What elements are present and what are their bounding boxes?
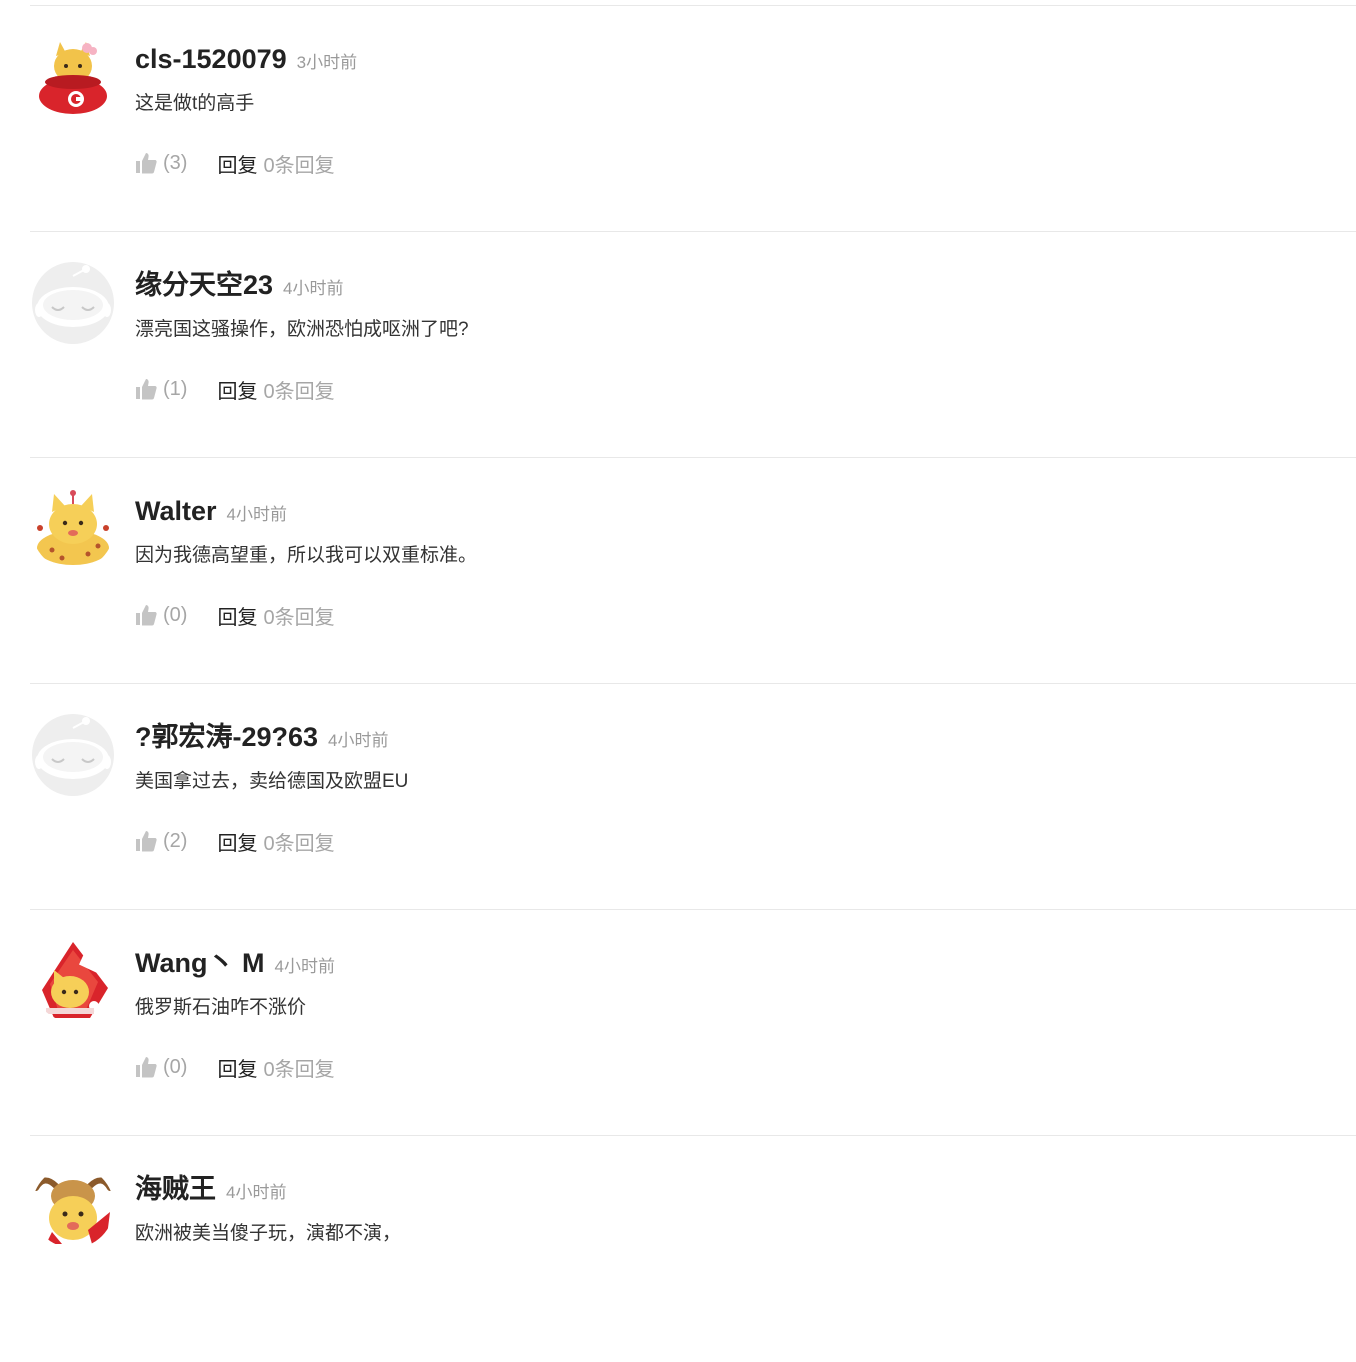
avatar[interactable]: [32, 488, 114, 570]
comment-text: 俄罗斯石油咋不涨价: [135, 997, 307, 1018]
comment-text: 漂亮国这骚操作，欧洲恐怕成呕洲了吧?: [135, 319, 469, 340]
like-count: (3): [163, 151, 188, 174]
username[interactable]: 海贼王: [135, 1174, 216, 1204]
like-button[interactable]: (3): [135, 152, 187, 175]
comment-meta: Wang丶 M 4小时前: [135, 946, 335, 985]
cartoon-cat-red-flag-avatar-icon: [32, 940, 114, 1022]
like-count: (0): [163, 603, 188, 626]
avatar[interactable]: [32, 714, 114, 796]
reply-button[interactable]: 回复: [217, 149, 257, 178]
default-grey-avatar-icon: [32, 262, 114, 344]
like-count: (1): [163, 377, 188, 400]
timestamp: 4小时前: [274, 957, 335, 976]
comment-text: 美国拿过去，卖给德国及欧盟EU: [135, 771, 409, 792]
thumbs-up-icon: [135, 1056, 157, 1078]
reply-count[interactable]: 0条回复: [263, 149, 334, 178]
comment-item: 海贼王 4小时前 欧洲被美当傻子玩，演都不演，: [30, 1136, 1356, 1362]
comment-actions: (3) 回复 0条回复: [135, 148, 335, 178]
reply-count[interactable]: 0条回复: [263, 827, 334, 856]
reply-button[interactable]: 回复: [217, 375, 257, 404]
timestamp: 4小时前: [226, 1183, 287, 1202]
like-count: (0): [163, 1055, 188, 1078]
username[interactable]: 缘分天空23: [135, 270, 273, 300]
username[interactable]: Wang丶 M: [135, 948, 264, 978]
cartoon-cat-yellow-avatar-icon: [32, 488, 114, 570]
comment-meta: 缘分天空23 4小时前: [135, 268, 344, 307]
comment-actions: (0) 回复 0条回复: [135, 1052, 335, 1082]
like-count: (2): [163, 829, 188, 852]
avatar[interactable]: [32, 1166, 114, 1248]
timestamp: 4小时前: [226, 505, 287, 524]
thumbs-up-icon: [135, 604, 157, 626]
like-button[interactable]: (2): [135, 830, 187, 853]
avatar[interactable]: [32, 36, 114, 118]
comment-text: 这是做t的高手: [135, 93, 255, 114]
comment-text: 因为我德高望重，所以我可以双重标准。: [135, 545, 478, 566]
comment-list: cls-1520079 3小时前 这是做t的高手 (3) 回复 0条回复 缘分天…: [0, 6, 1356, 1362]
comment-text: 欧洲被美当傻子玩，演都不演，: [135, 1223, 402, 1244]
timestamp: 4小时前: [328, 731, 389, 750]
username[interactable]: Walter: [135, 496, 217, 526]
avatar[interactable]: [32, 940, 114, 1022]
comment-actions: (0) 回复 0条回复: [135, 600, 335, 630]
cartoon-cat-red-scarf-avatar-icon: [32, 36, 114, 118]
reply-count[interactable]: 0条回复: [263, 601, 334, 630]
comment-meta: 海贼王 4小时前: [135, 1172, 286, 1211]
reply-count[interactable]: 0条回复: [263, 1053, 334, 1082]
comment-item: 缘分天空23 4小时前 漂亮国这骚操作，欧洲恐怕成呕洲了吧? (1) 回复 0条回…: [30, 232, 1356, 458]
reply-count[interactable]: 0条回复: [263, 375, 334, 404]
comment-item: ?郭宏涛-29?63 4小时前 美国拿过去，卖给德国及欧盟EU (2) 回复 0条…: [30, 684, 1356, 910]
timestamp: 4小时前: [283, 279, 344, 298]
comment-meta: ?郭宏涛-29?63 4小时前: [135, 720, 389, 759]
timestamp: 3小时前: [296, 53, 358, 72]
like-button[interactable]: (0): [135, 1056, 187, 1079]
comment-actions: (1) 回复 0条回复: [135, 374, 335, 404]
comment-meta: Walter 4小时前: [135, 494, 287, 533]
thumbs-up-icon: [135, 830, 157, 852]
username[interactable]: cls-1520079: [135, 44, 287, 74]
thumbs-up-icon: [135, 378, 157, 400]
comment-actions: (2) 回复 0条回复: [135, 826, 335, 856]
username[interactable]: ?郭宏涛-29?63: [135, 722, 318, 752]
reply-button[interactable]: 回复: [217, 601, 257, 630]
like-button[interactable]: (1): [135, 378, 187, 401]
thumbs-up-icon: [135, 152, 157, 174]
comment-item: Walter 4小时前 因为我德高望重，所以我可以双重标准。 (0) 回复 0条回…: [30, 458, 1356, 684]
reply-button[interactable]: 回复: [217, 827, 257, 856]
comment-item: cls-1520079 3小时前 这是做t的高手 (3) 回复 0条回复: [30, 6, 1356, 232]
cartoon-cat-bull-avatar-icon: [32, 1166, 114, 1248]
comment-item: Wang丶 M 4小时前 俄罗斯石油咋不涨价 (0) 回复 0条回复: [30, 910, 1356, 1136]
like-button[interactable]: (0): [135, 604, 187, 627]
reply-button[interactable]: 回复: [217, 1053, 257, 1082]
default-grey-avatar-icon: [32, 714, 114, 796]
comment-meta: cls-1520079 3小时前: [135, 42, 357, 81]
avatar[interactable]: [32, 262, 114, 344]
